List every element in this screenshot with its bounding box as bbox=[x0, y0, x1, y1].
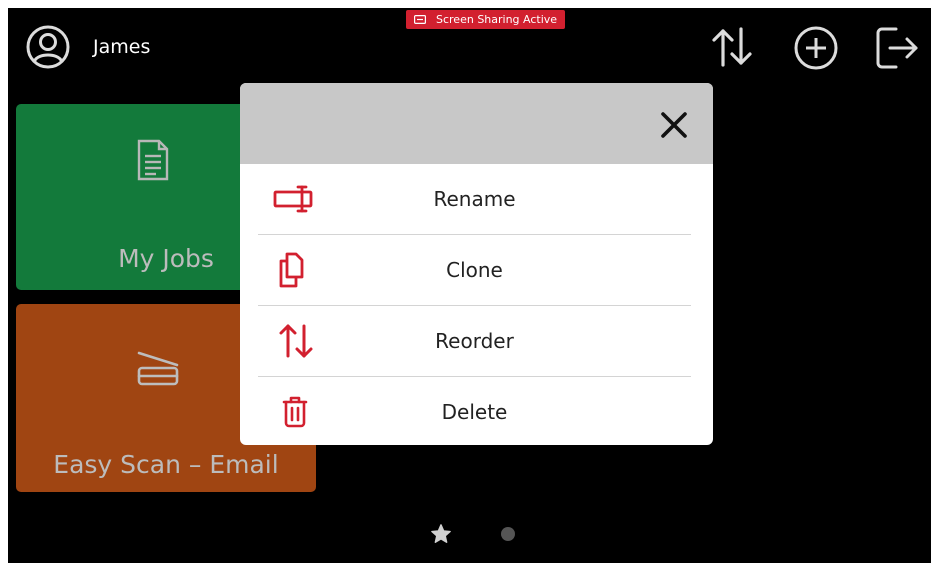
page-dot[interactable] bbox=[501, 527, 515, 541]
device-screen: James Screen Sharing Active My Jobs Easy… bbox=[8, 8, 931, 563]
tile-label: Easy Scan – Email bbox=[53, 450, 279, 479]
add-circle-icon[interactable] bbox=[793, 25, 839, 71]
screen-sharing-text: Screen Sharing Active bbox=[436, 13, 558, 26]
scanner-icon bbox=[136, 348, 180, 388]
menu-item-label: Clone bbox=[446, 258, 503, 282]
menu-item-rename[interactable]: Rename bbox=[258, 164, 691, 234]
trash-icon bbox=[282, 396, 308, 428]
document-icon bbox=[136, 138, 170, 182]
user-profile[interactable]: James bbox=[26, 25, 150, 69]
menu-item-label: Reorder bbox=[435, 329, 514, 353]
clone-icon bbox=[278, 252, 304, 288]
menu-item-delete[interactable]: Delete bbox=[258, 376, 691, 445]
context-menu-dialog: Rename Clone Reorder Delete bbox=[240, 83, 713, 445]
screen-sharing-badge: Screen Sharing Active bbox=[406, 10, 566, 29]
reorder-icon bbox=[278, 323, 314, 359]
menu-item-label: Rename bbox=[433, 187, 516, 211]
reorder-arrows-icon[interactable] bbox=[711, 25, 753, 69]
rename-icon bbox=[272, 184, 318, 214]
dialog-header bbox=[240, 83, 713, 164]
screen-share-icon bbox=[414, 15, 426, 24]
user-avatar-icon bbox=[26, 25, 70, 69]
logout-icon[interactable] bbox=[874, 25, 920, 71]
user-name: James bbox=[93, 36, 151, 58]
favorites-page-star-icon[interactable] bbox=[430, 523, 452, 550]
close-icon[interactable] bbox=[655, 106, 693, 144]
menu-item-clone[interactable]: Clone bbox=[258, 234, 691, 305]
menu-item-label: Delete bbox=[441, 400, 508, 424]
menu-item-reorder[interactable]: Reorder bbox=[258, 305, 691, 376]
